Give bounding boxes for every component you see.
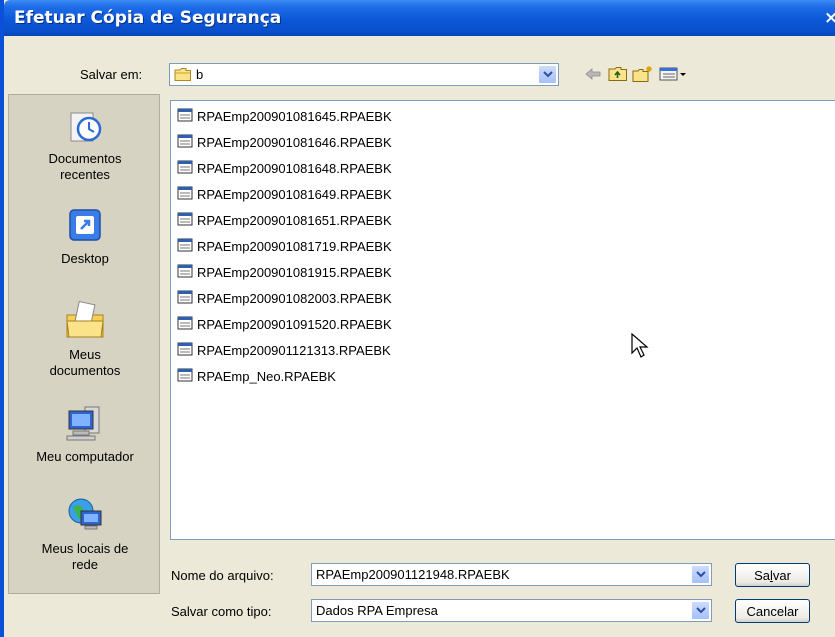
chevron-down-icon[interactable] (538, 65, 557, 84)
file-icon (177, 290, 193, 307)
file-icon (177, 160, 193, 177)
up-folder-icon[interactable] (607, 63, 629, 85)
list-item[interactable]: RPAEmp200901081719.RPAEBK (177, 237, 392, 255)
my-documents-icon (9, 299, 161, 345)
save-dialog: Efetuar Cópia de Segurança × Salvar em: … (0, 0, 835, 637)
place-recent-documents[interactable]: Documentos recentes (9, 105, 161, 183)
list-item[interactable]: RPAEmp200901121313.RPAEBK (177, 341, 391, 359)
places-bar: Documentos recentes Desktop Meus documen… (8, 94, 160, 594)
list-item[interactable]: RPAEmp200901081646.RPAEBK (177, 133, 392, 151)
network-places-icon (9, 495, 161, 539)
new-folder-icon[interactable] (632, 63, 654, 85)
file-list[interactable]: RPAEmp200901081645.RPAEBK RPAEmp20090108… (170, 100, 835, 540)
mouse-cursor-icon (631, 332, 649, 362)
filetype-label: Salvar como tipo: (171, 604, 272, 619)
list-item[interactable]: RPAEmp200901081651.RPAEBK (177, 211, 392, 229)
view-menu-icon[interactable] (658, 63, 688, 85)
recent-documents-icon (9, 105, 161, 149)
title-bar[interactable]: Efetuar Cópia de Segurança × (4, 0, 835, 36)
place-desktop[interactable]: Desktop (9, 205, 161, 267)
filename-label: Nome do arquivo: (171, 568, 274, 583)
filetype-select[interactable]: Dados RPA Empresa (311, 599, 712, 622)
file-icon (177, 264, 193, 281)
filename-input[interactable]: RPAEmp200901121948.RPAEBK (311, 563, 712, 586)
list-item[interactable]: RPAEmp200901082003.RPAEBK (177, 289, 392, 307)
my-computer-icon (9, 403, 161, 447)
cancel-button[interactable]: Cancelar (735, 599, 810, 623)
list-item[interactable]: RPAEmp200901081915.RPAEBK (177, 263, 392, 281)
place-network-places[interactable]: Meus locais de rede (9, 495, 161, 573)
chevron-down-icon[interactable] (691, 565, 710, 584)
file-icon (177, 134, 193, 151)
save-in-label: Salvar em: (80, 67, 143, 82)
chevron-down-icon[interactable] (691, 601, 710, 620)
close-icon[interactable]: × (824, 8, 835, 28)
file-icon (177, 186, 193, 203)
place-my-documents[interactable]: Meus documentos (9, 299, 161, 379)
list-item[interactable]: RPAEmp200901091520.RPAEBK (177, 315, 392, 333)
file-icon (177, 342, 193, 359)
list-item[interactable]: RPAEmp200901081648.RPAEBK (177, 159, 392, 177)
filename-value: RPAEmp200901121948.RPAEBK (316, 567, 510, 582)
file-icon (177, 108, 193, 125)
file-icon (177, 316, 193, 333)
save-button[interactable]: Sa l var (735, 563, 810, 587)
back-arrow-icon[interactable] (582, 63, 604, 85)
file-icon (177, 238, 193, 255)
save-in-value: b (196, 67, 204, 82)
place-my-computer[interactable]: Meu computador (9, 403, 161, 465)
folder-icon (174, 67, 192, 85)
list-item[interactable]: RPAEmp_Neo.RPAEBK (177, 367, 336, 385)
desktop-icon (9, 205, 161, 249)
list-item[interactable]: RPAEmp200901081645.RPAEBK (177, 107, 392, 125)
file-icon (177, 368, 193, 385)
dialog-title: Efetuar Cópia de Segurança (14, 8, 282, 28)
list-item[interactable]: RPAEmp200901081649.RPAEBK (177, 185, 392, 203)
save-in-dropdown[interactable]: b (169, 63, 559, 86)
file-icon (177, 212, 193, 229)
filetype-value: Dados RPA Empresa (316, 603, 438, 618)
